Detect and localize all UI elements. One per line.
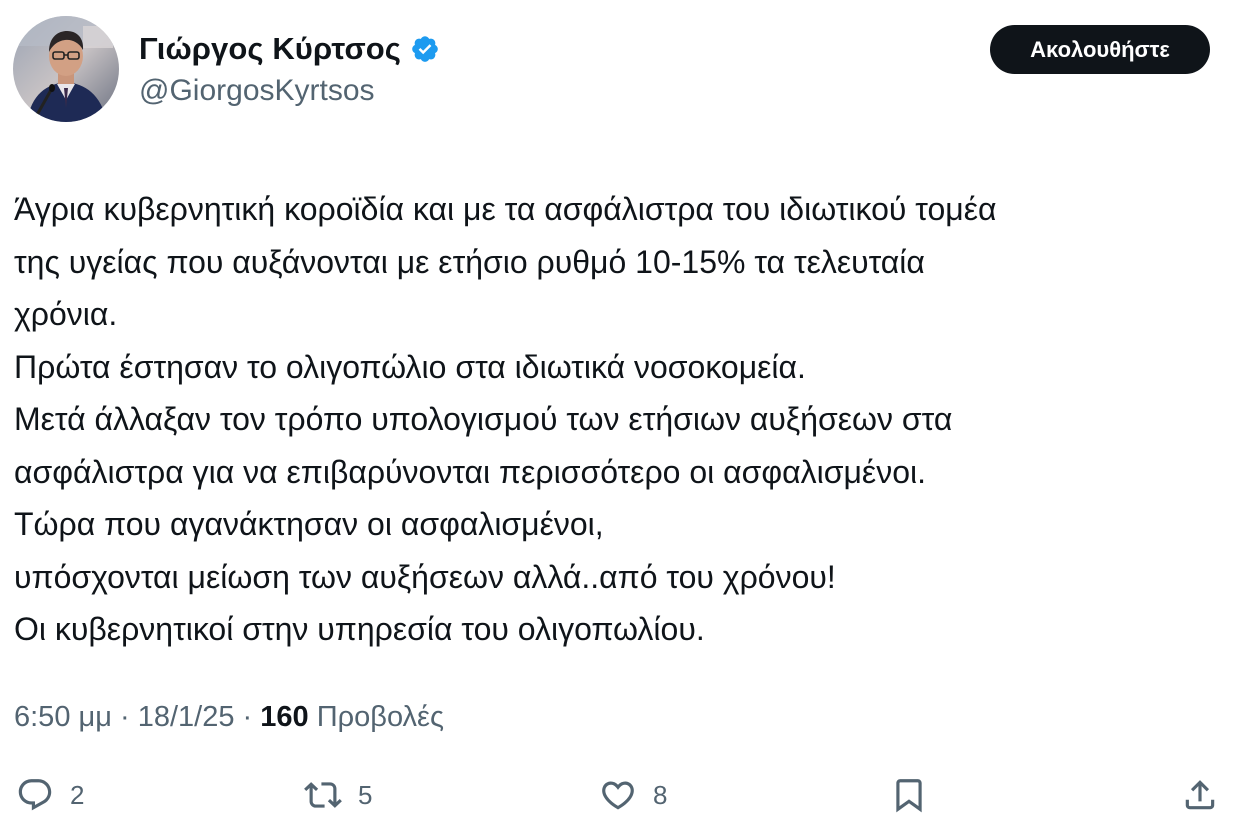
tweet-text-line: Πρώτα έστησαν το ολιγοπώλιο στα ιδιωτικά… (14, 348, 806, 385)
author-name-row: Γιώργος Κύρτσος (139, 28, 440, 70)
reply-icon (16, 776, 54, 814)
tweet-meta: 6:50 μμ · 18/1/25 · 160 Προβολές (14, 697, 444, 737)
tweet-time[interactable]: 6:50 μμ (14, 701, 112, 733)
like-count: 8 (653, 779, 668, 810)
retweet-count: 5 (358, 779, 373, 810)
tweet-text-line: Τώρα που αγανάκτησαν οι ασφαλισμένοι, (14, 506, 604, 542)
reply-button[interactable]: 2 (16, 770, 84, 820)
action-bar: 2 5 8 (0, 770, 1237, 820)
meta-separator: · (234, 701, 261, 733)
avatar-photo (13, 16, 119, 122)
tweet-text-line: ασφάλιστρα για να επιβαρύνονται περισσότ… (14, 453, 926, 490)
views-count: 160 (260, 701, 309, 733)
author-name[interactable]: Γιώργος Κύρτσος (139, 31, 401, 67)
tweet-text-line: της υγείας που αυξάνονται με ετήσιο ρυθμ… (14, 243, 925, 280)
tweet-text-line: υπόσχονται μείωση των αυξήσεων αλλά..από… (14, 558, 836, 595)
like-button[interactable]: 8 (599, 770, 667, 820)
avatar[interactable] (13, 16, 119, 122)
share-icon (1181, 776, 1219, 814)
views-label: Προβολές (316, 701, 444, 733)
bookmark-button[interactable] (890, 770, 928, 820)
reply-count: 2 (70, 779, 85, 810)
tweet-text-line: χρόνια. (14, 296, 118, 332)
retweet-button[interactable]: 5 (304, 770, 372, 820)
heart-icon (599, 776, 637, 814)
share-button[interactable] (1181, 770, 1219, 820)
tweet-text-line: Οι κυβερνητικοί στην υπηρεσία του ολιγοπ… (14, 611, 705, 647)
tweet-text: Άγρια κυβερνητική κοροϊδία και με τα ασφ… (14, 183, 1229, 656)
bookmark-icon (890, 776, 928, 814)
verified-badge-icon[interactable] (410, 34, 440, 64)
meta-separator: · (111, 701, 138, 733)
tweet-text-line: Μετά άλλαξαν τον τρόπο υπολογισμού των ε… (14, 401, 953, 437)
tweet-text-line: Άγρια κυβερνητική κοροϊδία και με τα ασφ… (14, 191, 997, 227)
author-handle[interactable]: @GiorgosKyrtsos (139, 72, 375, 110)
retweet-icon (304, 776, 342, 814)
follow-button[interactable]: Ακολουθήστε (990, 25, 1210, 74)
tweet-date[interactable]: 18/1/25 (138, 701, 235, 733)
